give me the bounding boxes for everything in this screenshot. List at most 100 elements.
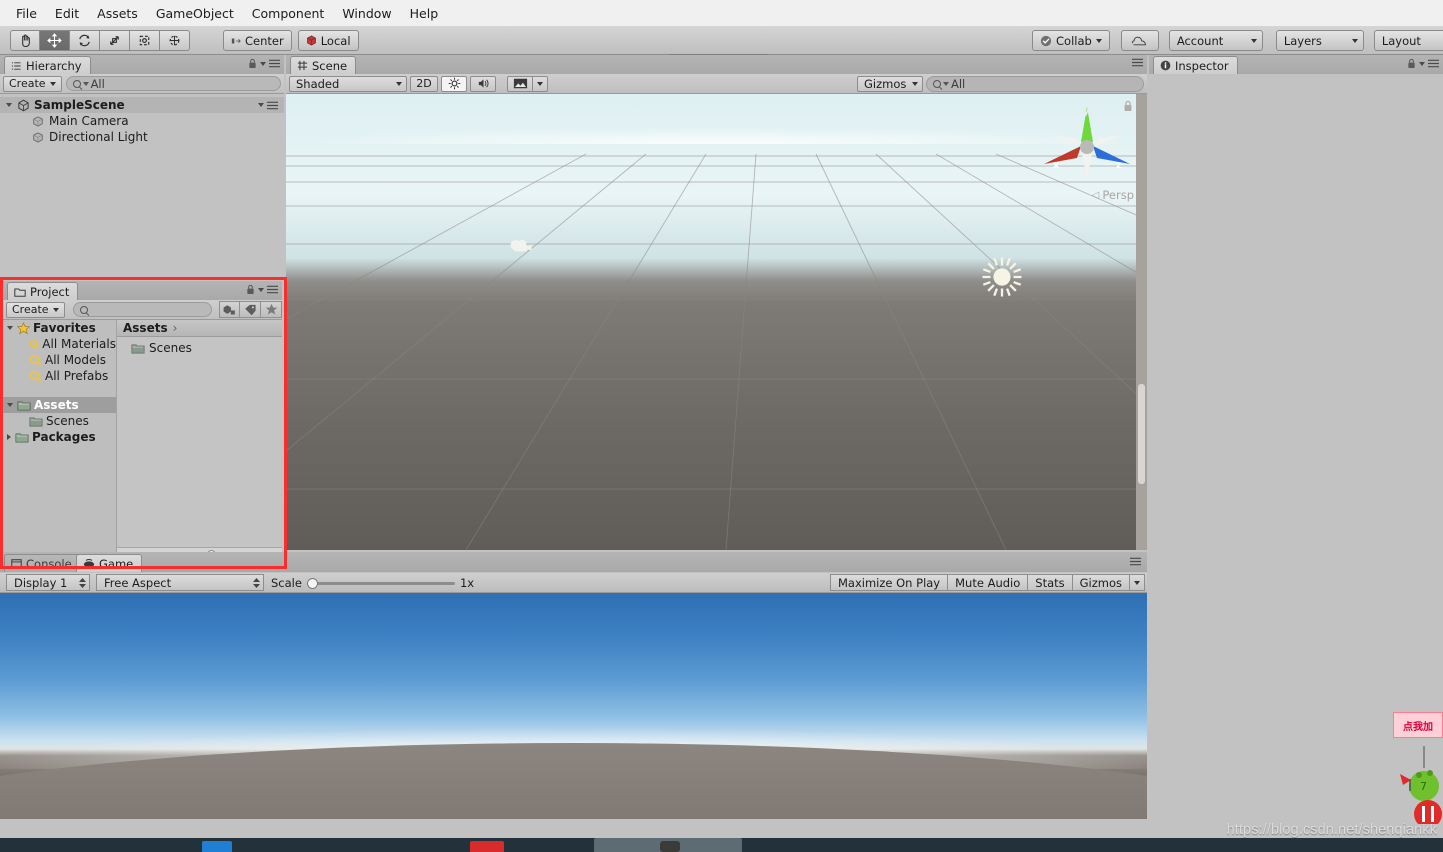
game-gizmos-button[interactable]: Gizmos bbox=[1072, 574, 1130, 591]
lock-icon[interactable] bbox=[246, 284, 255, 295]
hierarchy-search-input[interactable]: All bbox=[65, 76, 281, 91]
menu-item-assets[interactable]: Assets bbox=[88, 4, 147, 23]
project-tabstrip: Project bbox=[3, 281, 282, 300]
account-button[interactable]: Account bbox=[1168, 30, 1263, 51]
scene-vertical-scrollbar[interactable] bbox=[1136, 94, 1147, 550]
chevron-down-icon[interactable] bbox=[258, 103, 264, 107]
tab-hierarchy[interactable]: Hierarchy bbox=[4, 56, 91, 74]
lock-icon[interactable] bbox=[248, 58, 257, 69]
rotate-tool-button[interactable] bbox=[70, 30, 100, 51]
directional-light-gizmo[interactable] bbox=[980, 255, 1024, 302]
rect-tool-button[interactable] bbox=[130, 30, 160, 51]
menu-item-help[interactable]: Help bbox=[401, 4, 448, 23]
panel-menu-icon[interactable] bbox=[1132, 58, 1143, 67]
chevron-down-icon[interactable] bbox=[260, 61, 266, 66]
scale-slider-knob[interactable] bbox=[306, 577, 318, 589]
lock-icon[interactable] bbox=[1407, 58, 1416, 69]
project-packages-row[interactable]: Packages bbox=[3, 429, 116, 445]
game-maximize-on-play-toggle[interactable]: Maximize On Play bbox=[830, 574, 949, 591]
scene-viewport[interactable]: x z y ◁ Persp bbox=[286, 94, 1147, 550]
scene-shading-dropdown[interactable]: Shaded bbox=[289, 75, 407, 92]
hierarchy-scene-row[interactable]: SampleScene bbox=[0, 97, 284, 113]
hand-tool-button[interactable] bbox=[10, 30, 40, 51]
chevron-down-icon bbox=[1250, 38, 1257, 43]
chevron-right-icon[interactable] bbox=[7, 434, 11, 440]
menu-item-file[interactable]: File bbox=[7, 4, 46, 23]
game-display-dropdown[interactable]: Display 1 bbox=[6, 574, 90, 591]
tab-project[interactable]: Project bbox=[7, 282, 79, 300]
camera-icon bbox=[510, 239, 532, 252]
project-filter-type-button[interactable] bbox=[219, 301, 240, 318]
ad-bubble[interactable]: 点我加 bbox=[1393, 712, 1443, 738]
scene-projection-toggle[interactable]: ◁ Persp bbox=[1092, 188, 1134, 202]
rotation-mode-button[interactable]: Local bbox=[297, 30, 359, 51]
scene-audio-toggle[interactable] bbox=[470, 75, 496, 92]
project-search-input[interactable] bbox=[72, 302, 212, 317]
rotate-icon bbox=[79, 34, 90, 47]
move-tool-button[interactable] bbox=[40, 30, 70, 51]
project-favorites-row[interactable]: Favorites bbox=[3, 320, 116, 336]
scene-effects-toggle[interactable] bbox=[507, 75, 533, 92]
scene-search-input[interactable]: All bbox=[926, 75, 1144, 92]
project-assets-row[interactable]: Assets bbox=[3, 397, 116, 413]
transform-tool-button[interactable] bbox=[160, 30, 190, 51]
game-scale-slider[interactable]: Scale 1x bbox=[271, 576, 474, 590]
tab-inspector[interactable]: Inspector bbox=[1153, 56, 1238, 74]
chevron-down-icon[interactable] bbox=[7, 403, 13, 407]
chevron-down-icon[interactable] bbox=[7, 326, 13, 330]
scale-slider-track[interactable] bbox=[306, 577, 455, 589]
project-favorite-all-prefabs[interactable]: All Prefabs bbox=[3, 368, 116, 384]
project-filter-label-button[interactable] bbox=[240, 301, 261, 318]
hierarchy-item-main-camera[interactable]: Main Camera bbox=[0, 113, 284, 129]
lock-icon[interactable] bbox=[1123, 100, 1133, 112]
scene-scrollbar-thumb[interactable] bbox=[1138, 384, 1145, 484]
project-assets-child-scenes[interactable]: Scenes bbox=[3, 413, 116, 429]
folder-icon bbox=[29, 416, 43, 426]
hierarchy-item-directional-light[interactable]: Directional Light bbox=[0, 129, 284, 145]
scene-axis-gizmo[interactable]: x z y ◁ Persp bbox=[1037, 100, 1137, 207]
pivot-mode-label: Center bbox=[245, 33, 284, 48]
scene-menu-icon[interactable] bbox=[267, 101, 278, 110]
project-filter-favorite-button[interactable] bbox=[261, 301, 282, 318]
game-stats-toggle[interactable]: Stats bbox=[1028, 574, 1073, 591]
game-aspect-dropdown[interactable]: Free Aspect bbox=[96, 574, 264, 591]
game-mute-audio-toggle[interactable]: Mute Audio bbox=[948, 574, 1029, 591]
cloud-button[interactable] bbox=[1120, 30, 1159, 51]
taskbar-icon-2[interactable] bbox=[470, 841, 504, 852]
chevron-down-icon[interactable] bbox=[258, 287, 264, 292]
scale-tool-button[interactable] bbox=[100, 30, 130, 51]
menu-item-edit[interactable]: Edit bbox=[46, 4, 88, 23]
scene-effects-dropdown[interactable] bbox=[533, 75, 548, 92]
chevron-down-icon[interactable] bbox=[6, 103, 12, 107]
layout-label: Layout bbox=[1381, 33, 1421, 48]
scene-lighting-toggle[interactable] bbox=[441, 75, 467, 92]
project-content-item-scenes[interactable]: Scenes bbox=[117, 340, 282, 356]
main-camera-gizmo[interactable] bbox=[508, 237, 534, 259]
project-favorite-all-materials[interactable]: All Materials bbox=[3, 336, 116, 352]
scene-2d-toggle[interactable]: 2D bbox=[410, 75, 438, 92]
taskbar-icon-1[interactable] bbox=[202, 841, 232, 852]
chevron-down-icon[interactable] bbox=[1419, 61, 1425, 66]
tab-scene[interactable]: Scene bbox=[290, 56, 357, 74]
project-breadcrumb-label[interactable]: Assets bbox=[123, 321, 168, 335]
taskbar-icon-4[interactable] bbox=[660, 841, 680, 852]
floating-ad-widget[interactable]: 点我加 7 bbox=[1393, 712, 1443, 824]
panel-menu-icon[interactable] bbox=[269, 59, 280, 68]
game-display-label: Display 1 bbox=[14, 575, 68, 590]
game-viewport[interactable] bbox=[0, 593, 1147, 819]
project-favorite-all-models[interactable]: All Models bbox=[3, 352, 116, 368]
project-create-button[interactable]: Create bbox=[6, 301, 65, 318]
scene-gizmos-dropdown[interactable]: Gizmos bbox=[857, 75, 923, 92]
menu-item-gameobject[interactable]: GameObject bbox=[147, 4, 243, 23]
scene-projection-label: Persp bbox=[1102, 188, 1134, 202]
panel-menu-icon[interactable] bbox=[1428, 59, 1439, 68]
layout-button[interactable]: Layout bbox=[1373, 30, 1443, 51]
menu-item-component[interactable]: Component bbox=[243, 4, 334, 23]
hierarchy-create-button[interactable]: Create bbox=[3, 75, 62, 92]
pivot-mode-button[interactable]: Center bbox=[223, 30, 292, 51]
panel-menu-icon[interactable] bbox=[267, 285, 278, 294]
layers-button[interactable]: Layers bbox=[1275, 30, 1364, 51]
collab-button[interactable]: Collab bbox=[1032, 30, 1110, 51]
game-gizmos-dropdown[interactable] bbox=[1130, 574, 1145, 591]
menu-item-window[interactable]: Window bbox=[333, 4, 400, 23]
